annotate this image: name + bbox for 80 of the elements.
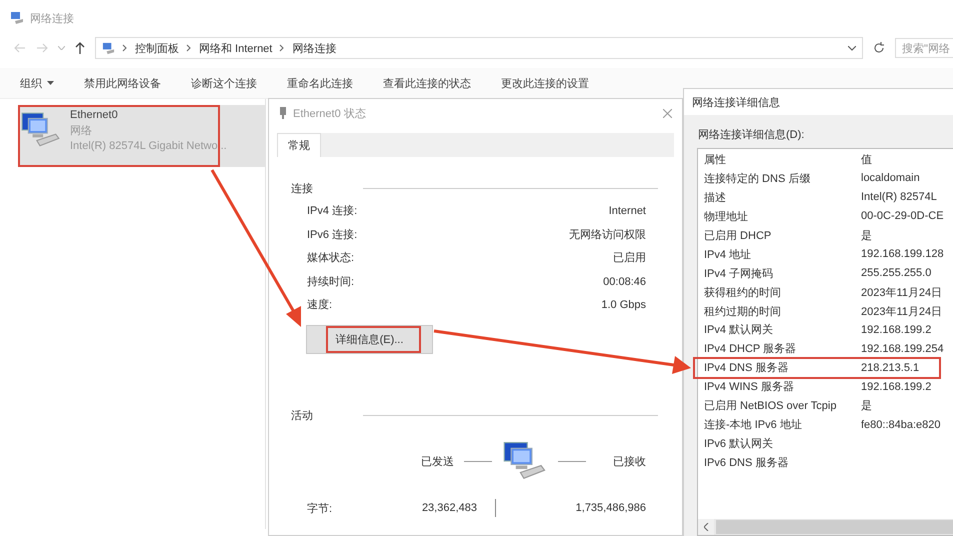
property-cell-text: IPv4 地址: [704, 248, 752, 262]
dialog-title: Ethernet0 状态: [293, 106, 366, 120]
field-value: 1.0 Gbps: [600, 298, 646, 313]
chevron-icon: [122, 44, 128, 52]
network-icon: [10, 11, 24, 25]
received-label: 已接收: [613, 454, 646, 468]
property-cell-text: 物理地址: [704, 210, 749, 224]
chevron-icon: [279, 44, 286, 52]
field-label: 字节:: [307, 502, 334, 516]
network-adapter-icon: [279, 106, 287, 120]
property-cell-text: IPv6 默认网关: [704, 436, 774, 452]
property-cell-text: IPv4 默认网关: [704, 322, 774, 338]
property-cell-text: 连接特定的 DNS 后缀: [704, 172, 812, 186]
connection-name: Ethernet0: [70, 109, 119, 121]
network-label: 网络: [70, 124, 93, 138]
property-cell-text: IPv4 子网掩码: [704, 266, 774, 281]
breadcrumb-item[interactable]: 网络和 Internet: [199, 40, 272, 56]
value-cell: 192.168.199.254: [861, 342, 944, 355]
property-cell-text: 已启用 NetBIOS over Tcpip: [704, 398, 838, 414]
property-cell-text: IPv6 DNS 服务器: [704, 456, 790, 470]
list-label: 网络连接详细信息(D):: [697, 128, 806, 142]
sent-label: 已发送: [421, 454, 454, 468]
value-cell-text: 2023年11月24日: [861, 286, 942, 300]
toolbar-button[interactable]: 更改此连接的设置: [501, 76, 589, 90]
field-label: 媒体状态:: [307, 251, 354, 266]
group-label: 活动: [291, 409, 313, 423]
toolbar-button[interactable]: 诊断这个连接: [191, 76, 257, 90]
breadcrumb-item[interactable]: 控制面板: [135, 40, 179, 56]
property-cell-text: IPv4 DNS 服务器: [704, 361, 790, 376]
toolbar-button[interactable]: 禁用此网络设备: [84, 76, 161, 90]
close-icon[interactable]: [663, 108, 672, 118]
value-cell-text: 2023年11月24日: [861, 304, 942, 319]
value-cell: 192.168.199.2: [861, 324, 932, 336]
value-cell: 00-0C-29-0D-CE: [861, 210, 944, 222]
dialog-title: 网络连接详细信息: [692, 96, 780, 110]
field-value: 已启用: [612, 251, 646, 266]
column-header: 属性: [704, 153, 727, 167]
field-label: 持续时间:: [307, 274, 354, 290]
property-cell-text: 租约过期的时间: [704, 304, 782, 319]
forward-icon[interactable]: [36, 43, 48, 53]
property-cell-text: IPv4 WINS 服务器: [704, 380, 795, 394]
address-bar[interactable]: 控制面板 网络和 Internet 网络连接: [95, 37, 863, 59]
refresh-icon[interactable]: [873, 42, 885, 54]
property-cell-text: 获得租约的时间: [704, 286, 782, 300]
field-label: IPv6 连接:: [307, 228, 358, 242]
back-icon[interactable]: [14, 43, 26, 53]
bytes-received: 1,735,486,986: [574, 502, 646, 514]
toolbar-button[interactable]: 重命名此连接: [287, 76, 353, 90]
field-value: 00:08:46: [602, 274, 646, 290]
property-cell-text: 已启用 DHCP: [704, 228, 772, 243]
value-cell: localdomain: [861, 172, 920, 184]
details-button[interactable]: 详细信息(E)...: [306, 325, 433, 354]
value-cell: Intel(R) 82574L: [861, 191, 937, 204]
toolbar-button[interactable]: 查看此连接的状态: [383, 76, 471, 90]
property-cell-text: IPv4 DHCP 服务器: [704, 342, 798, 356]
bytes-sent: 23,362,483: [420, 502, 477, 514]
property-cell-text: 连接-本地 IPv6 地址: [704, 418, 803, 432]
tab[interactable]: 常规: [277, 133, 321, 157]
field-label: 速度:: [307, 298, 332, 313]
field-value: 无网络访问权限: [569, 228, 646, 242]
chevron-icon: [186, 44, 192, 52]
value-cell: 192.168.199.128: [861, 248, 944, 260]
network-icon: [102, 42, 115, 54]
group-label: 连接: [291, 182, 313, 196]
field-label: IPv4 连接:: [307, 204, 358, 219]
property-cell-text: 描述: [704, 190, 727, 205]
field-value: Internet: [608, 204, 646, 219]
window-title: 网络连接: [30, 12, 74, 26]
value-cell: fe80::84ba:e820: [861, 418, 941, 431]
caret-icon[interactable]: [848, 46, 856, 50]
up-icon[interactable]: [75, 42, 85, 54]
value-cell-text: 是: [861, 399, 872, 414]
column-header: 值: [861, 153, 872, 167]
toolbar-button[interactable]: 组织: [20, 76, 54, 90]
value-cell: 218.213.5.1: [861, 362, 920, 374]
value-cell-text: 是: [861, 228, 872, 243]
scroll-bar[interactable]: [698, 519, 953, 535]
value-cell: 255.255.255.0: [861, 267, 932, 280]
breadcrumb-item[interactable]: 网络连接: [292, 40, 336, 56]
value-cell: 192.168.199.2: [861, 380, 932, 393]
